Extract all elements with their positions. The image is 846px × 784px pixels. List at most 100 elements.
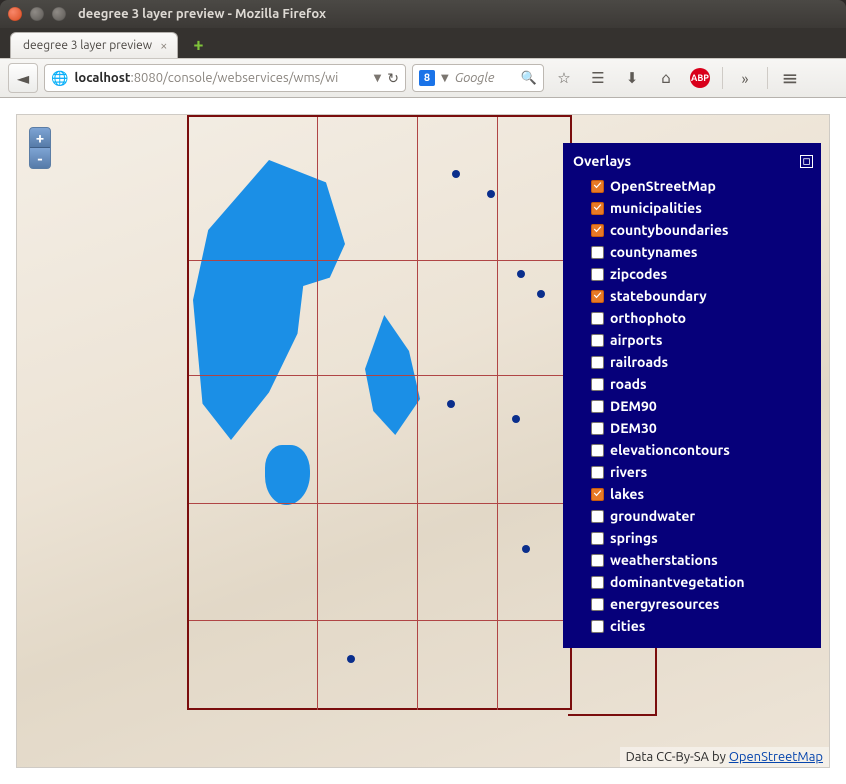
layer-label[interactable]: cities <box>610 616 645 637</box>
layer-item: countyboundaries <box>591 220 813 241</box>
county-line <box>497 117 498 710</box>
search-placeholder: Google <box>455 71 495 85</box>
county-line <box>189 260 572 261</box>
layer-switcher-panel: Overlays ▫ OpenStreetMapmunicipalitiesco… <box>563 143 821 648</box>
tab-strip: deegree 3 layer preview × + <box>0 28 846 58</box>
layer-label[interactable]: orthophoto <box>610 308 686 329</box>
layer-label[interactable]: railroads <box>610 352 668 373</box>
reload-icon[interactable]: ↻ <box>387 70 399 87</box>
url-bar[interactable]: 🌐 localhost:8080/console/webservices/wms… <box>44 64 406 92</box>
layer-label[interactable]: DEM30 <box>610 418 657 439</box>
zoom-in-button[interactable]: + <box>30 128 50 148</box>
layer-label[interactable]: OpenStreetMap <box>610 176 716 197</box>
layer-item: countynames <box>591 242 813 263</box>
search-engine-dropdown-icon[interactable]: ▼ <box>441 72 449 84</box>
feature-dot <box>517 270 525 278</box>
layer-item: weatherstations <box>591 550 813 571</box>
layer-item: OpenStreetMap <box>591 176 813 197</box>
reader-icon[interactable]: ☰ <box>584 65 612 91</box>
window-minimize-icon[interactable] <box>30 7 44 21</box>
search-engine-icon[interactable]: 8 <box>419 70 435 86</box>
layer-label[interactable]: groundwater <box>610 506 695 527</box>
feature-dot <box>452 170 460 178</box>
attribution: Data CC-By-SA by OpenStreetMap <box>620 747 829 767</box>
layer-checkbox[interactable] <box>591 466 604 479</box>
attribution-link[interactable]: OpenStreetMap <box>729 750 823 764</box>
nav-toolbar: ◄ 🌐 localhost:8080/console/webservices/w… <box>0 58 846 98</box>
layer-item: railroads <box>591 352 813 373</box>
layer-checkbox[interactable] <box>591 444 604 457</box>
toolbar-separator <box>767 67 768 89</box>
layer-checkbox[interactable] <box>591 510 604 523</box>
layer-item: orthophoto <box>591 308 813 329</box>
layer-checkbox[interactable] <box>591 378 604 391</box>
layer-label[interactable]: roads <box>610 374 647 395</box>
window-title: deegree 3 layer preview - Mozilla Firefo… <box>78 7 326 21</box>
layer-label[interactable]: zipcodes <box>610 264 667 285</box>
menu-icon[interactable]: ≡ <box>776 65 804 91</box>
url-path: /console/webservices/wms/wi <box>163 71 338 85</box>
layer-item: springs <box>591 528 813 549</box>
layer-label[interactable]: airports <box>610 330 662 351</box>
layer-item: DEM90 <box>591 396 813 417</box>
layer-checkbox[interactable] <box>591 290 604 303</box>
browser-tab[interactable]: deegree 3 layer preview × <box>10 32 178 58</box>
layer-label[interactable]: countyboundaries <box>610 220 729 241</box>
url-history-dropdown-icon[interactable]: ▼ <box>374 72 382 84</box>
window-maximize-icon[interactable] <box>52 7 66 21</box>
county-line <box>417 117 418 710</box>
layer-label[interactable]: lakes <box>610 484 644 505</box>
layer-item: rivers <box>591 462 813 483</box>
window-close-icon[interactable] <box>8 7 22 21</box>
layer-panel-title: Overlays <box>573 151 631 172</box>
downloads-icon[interactable]: ⬇ <box>618 65 646 91</box>
home-icon[interactable]: ⌂ <box>652 65 680 91</box>
layer-label[interactable]: stateboundary <box>610 286 707 307</box>
layer-checkbox[interactable] <box>591 422 604 435</box>
layer-label[interactable]: rivers <box>610 462 647 483</box>
layer-checkbox[interactable] <box>591 180 604 193</box>
layer-label[interactable]: weatherstations <box>610 550 718 571</box>
layer-checkbox[interactable] <box>591 400 604 413</box>
abp-badge-icon: ABP <box>690 68 710 88</box>
layer-item: airports <box>591 330 813 351</box>
adblock-icon[interactable]: ABP <box>686 65 714 91</box>
layer-checkbox[interactable] <box>591 202 604 215</box>
feature-dot <box>522 545 530 553</box>
layer-checkbox[interactable] <box>591 356 604 369</box>
search-icon[interactable]: 🔍 <box>521 71 537 86</box>
layer-checkbox[interactable] <box>591 598 604 611</box>
layer-checkbox[interactable] <box>591 224 604 237</box>
layer-label[interactable]: countynames <box>610 242 698 263</box>
bookmark-star-icon[interactable]: ☆ <box>550 65 578 91</box>
layer-item: zipcodes <box>591 264 813 285</box>
layer-label[interactable]: DEM90 <box>610 396 657 417</box>
globe-icon: 🌐 <box>51 70 68 87</box>
layer-checkbox[interactable] <box>591 334 604 347</box>
layer-label[interactable]: springs <box>610 528 658 549</box>
layer-checkbox[interactable] <box>591 246 604 259</box>
panel-collapse-icon[interactable]: ▫ <box>800 155 813 168</box>
search-bar[interactable]: 8 ▼ Google 🔍 <box>412 64 544 92</box>
layer-label[interactable]: elevationcontours <box>610 440 730 461</box>
zoom-out-button[interactable]: - <box>30 148 50 168</box>
attribution-prefix: Data CC-By-SA by <box>626 750 729 764</box>
layer-label[interactable]: municipalities <box>610 198 702 219</box>
map-viewport[interactable]: + - Data CC-By-SA by OpenStreetMap Overl <box>16 114 830 768</box>
new-tab-button[interactable]: + <box>188 35 208 55</box>
arrow-left-icon: ◄ <box>17 69 29 88</box>
layer-list: OpenStreetMapmunicipalitiescountyboundar… <box>573 176 813 637</box>
tab-close-icon[interactable]: × <box>160 39 167 53</box>
layer-label[interactable]: energyresources <box>610 594 719 615</box>
layer-checkbox[interactable] <box>591 488 604 501</box>
layer-checkbox[interactable] <box>591 532 604 545</box>
layer-checkbox[interactable] <box>591 312 604 325</box>
feature-dot <box>512 415 520 423</box>
layer-checkbox[interactable] <box>591 620 604 633</box>
layer-label[interactable]: dominantvegetation <box>610 572 745 593</box>
overflow-icon[interactable]: » <box>731 65 759 91</box>
layer-checkbox[interactable] <box>591 268 604 281</box>
back-button[interactable]: ◄ <box>8 63 38 93</box>
layer-checkbox[interactable] <box>591 576 604 589</box>
layer-checkbox[interactable] <box>591 554 604 567</box>
